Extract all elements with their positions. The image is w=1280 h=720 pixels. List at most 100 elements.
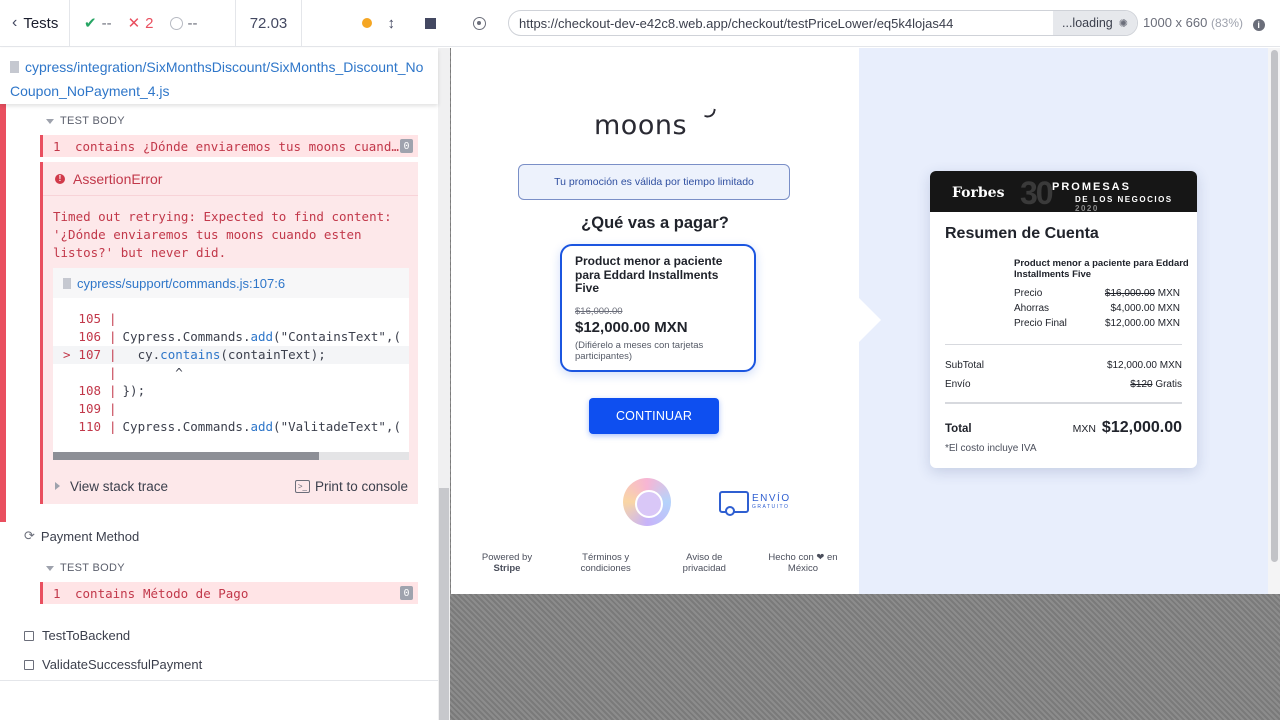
reporter-header: ‹ Tests ✔ -- ✕ 2 -- 72.03 ↕ — [0, 0, 450, 47]
forbes-number: 30 — [1020, 175, 1054, 211]
code-horizontal-scrollbar[interactable] — [53, 452, 409, 460]
product-name: Product menor a paciente para Eddard Ins… — [575, 254, 723, 295]
total-value: $12,000.00 — [1101, 419, 1182, 436]
footer-privacy-link[interactable]: Aviso de privacidad — [662, 552, 746, 574]
element-count-badge: 0 — [400, 139, 413, 153]
test-title-validate-successful-payment[interactable]: ValidateSuccessfulPayment — [24, 657, 202, 672]
line-number: 110 — [78, 419, 101, 434]
checkout-main: moons Tu promoción es válida por tiempo … — [451, 48, 859, 594]
scroll-toggle-icon[interactable]: ↕ — [388, 15, 396, 32]
loading-indicator: ...loading ✺ — [1053, 11, 1137, 35]
total-currency: MXN — [1072, 423, 1096, 435]
line-number: 105 — [78, 311, 101, 326]
reporter-scrollbar[interactable] — [438, 48, 450, 720]
footer-line: Aviso de — [686, 552, 723, 563]
footer-terms-link[interactable]: Términos y condiciones — [564, 552, 648, 574]
price-currency: MXN — [1157, 288, 1180, 299]
panel-pointer — [857, 296, 881, 344]
shipping-value: Gratis — [1155, 379, 1182, 390]
test-stats: ✔ -- ✕ 2 -- — [70, 0, 236, 47]
command-name: contains — [75, 138, 136, 154]
test-body-header[interactable]: TEST BODY — [46, 115, 125, 127]
command-number: 1 — [53, 138, 61, 154]
runnables-list: TEST BODY 1 contains ¿Dónde enviaremos t… — [0, 104, 438, 680]
print-to-console-button[interactable]: >_ Print to console — [294, 478, 408, 494]
file-icon — [10, 61, 19, 73]
free-shipping-title: ENVÍO — [752, 493, 791, 504]
spec-file-path[interactable]: cypress/integration/SixMonthsDiscount/Si… — [0, 48, 438, 104]
payment-heading: ¿Qué vas a pagar? — [581, 214, 729, 232]
gutter-separator: | — [109, 347, 117, 362]
shipping-label: Envío — [945, 379, 971, 390]
print-to-console-label: Print to console — [314, 478, 408, 494]
test-title-payment-method[interactable]: ⟳ Payment Method — [24, 528, 139, 544]
summary-savings-row: Ahorras $4,000.00 MXN — [1014, 303, 1180, 314]
run-controls: ↕ — [302, 0, 450, 47]
total-row: Total MXN $12,000.00 — [945, 419, 1182, 437]
line-number: 108 — [78, 383, 101, 398]
logo-smile-mark — [704, 107, 716, 119]
product-old-price: $16,000.00 — [575, 305, 623, 317]
shipping-original: $120 — [1130, 379, 1153, 390]
continue-button[interactable]: CONTINUAR — [589, 398, 719, 434]
truck-icon — [719, 491, 749, 516]
code-token: ("ValitadeText",( — [273, 419, 401, 434]
code-frame-file-link[interactable]: cypress/support/commands.js:107:6 — [53, 268, 409, 298]
code-token: Cypress.Commands. — [122, 419, 251, 434]
selector-playground-button[interactable] — [450, 16, 508, 30]
summary-divider — [945, 402, 1182, 404]
test-body-label: TEST BODY — [60, 562, 125, 574]
footer-powered-by[interactable]: Powered by Stripe — [465, 552, 549, 574]
free-shipping-badge: ENVÍO GRATUITO — [719, 487, 801, 517]
error-name: AssertionError — [73, 170, 163, 187]
forbes-year: 2020 — [1075, 204, 1099, 213]
error-title: ! AssertionError — [43, 162, 418, 196]
tests-button[interactable]: ‹ Tests — [0, 0, 70, 47]
code-line: 109 | — [53, 400, 409, 418]
terminal-icon: >_ — [294, 479, 310, 493]
stop-button[interactable] — [425, 17, 436, 29]
gutter-separator: | — [109, 311, 117, 326]
test-body-header[interactable]: TEST BODY — [46, 562, 125, 574]
savings-label: Ahorras — [1014, 303, 1050, 314]
code-lines: 105 | 106 | Cypress.Commands.add("ContainsTe… — [53, 298, 409, 436]
element-count-badge: 0 — [400, 586, 413, 600]
aut-scrollbar[interactable] — [1268, 48, 1280, 594]
command-name: contains — [75, 585, 136, 601]
command-row[interactable]: 1 contains ¿Dónde enviaremos tus moons c… — [40, 135, 418, 157]
line-number: 109 — [78, 401, 101, 416]
collapse-icon — [46, 565, 54, 571]
product-card[interactable]: Product menor a paciente para Eddard Ins… — [560, 244, 756, 372]
footer-line: Términos y — [582, 552, 630, 563]
error-panel: ! AssertionError Timed out retrying: Exp… — [40, 162, 418, 504]
test-body-label: TEST BODY — [60, 115, 125, 127]
iva-note: *El costo incluye IVA — [945, 443, 1037, 454]
code-token: (containText); — [220, 347, 326, 362]
stack-trace-row: View stack trace >_ Print to console — [43, 469, 418, 503]
summary-final-row: Precio Final $12,000.00 MXN — [1014, 318, 1180, 329]
gutter-separator: | — [109, 329, 117, 344]
running-dot-icon — [361, 18, 372, 28]
view-stack-trace-button[interactable]: View stack trace — [70, 479, 168, 494]
viewport-info[interactable]: 1000 x 660 (83%) i — [1143, 15, 1265, 31]
price-label: Precio — [1014, 288, 1043, 299]
test-title-test-to-backend[interactable]: TestToBackend — [24, 628, 130, 643]
summary-card: Forbes 30 PROMESAS DE LOS NEGOCIOS 2020 … — [930, 171, 1197, 468]
x-icon: ✕ — [127, 15, 141, 32]
command-message: Método de Pago — [143, 585, 249, 601]
checkout-footer: Powered by Stripe Términos y condiciones A… — [465, 552, 845, 574]
tests-label: Tests — [23, 14, 59, 32]
url-text[interactable]: https://checkout-dev-e42c8.web.app/check… — [509, 16, 1053, 31]
forbes-banner: Forbes 30 PROMESAS DE LOS NEGOCIOS 2020 — [930, 171, 1197, 213]
expand-icon — [55, 482, 60, 490]
reporter-panel: ‹ Tests ✔ -- ✕ 2 -- 72.03 ↕ cypress/inte… — [0, 0, 450, 720]
command-message: ¿Dónde enviaremos tus moons cuando esten… — [143, 138, 400, 154]
gutter-separator: | — [109, 383, 117, 398]
collapse-icon — [46, 118, 54, 124]
forbes-subtitle-text: DE LOS NEGOCIOS — [1075, 195, 1173, 204]
pending-circle-icon — [169, 16, 183, 30]
command-row[interactable]: 1 contains Método de Pago 0 — [40, 582, 418, 604]
loading-label: ...loading — [1062, 16, 1113, 30]
line-number: 106 — [78, 329, 101, 344]
viewport-size: 1000 x 660 — [1143, 15, 1208, 30]
